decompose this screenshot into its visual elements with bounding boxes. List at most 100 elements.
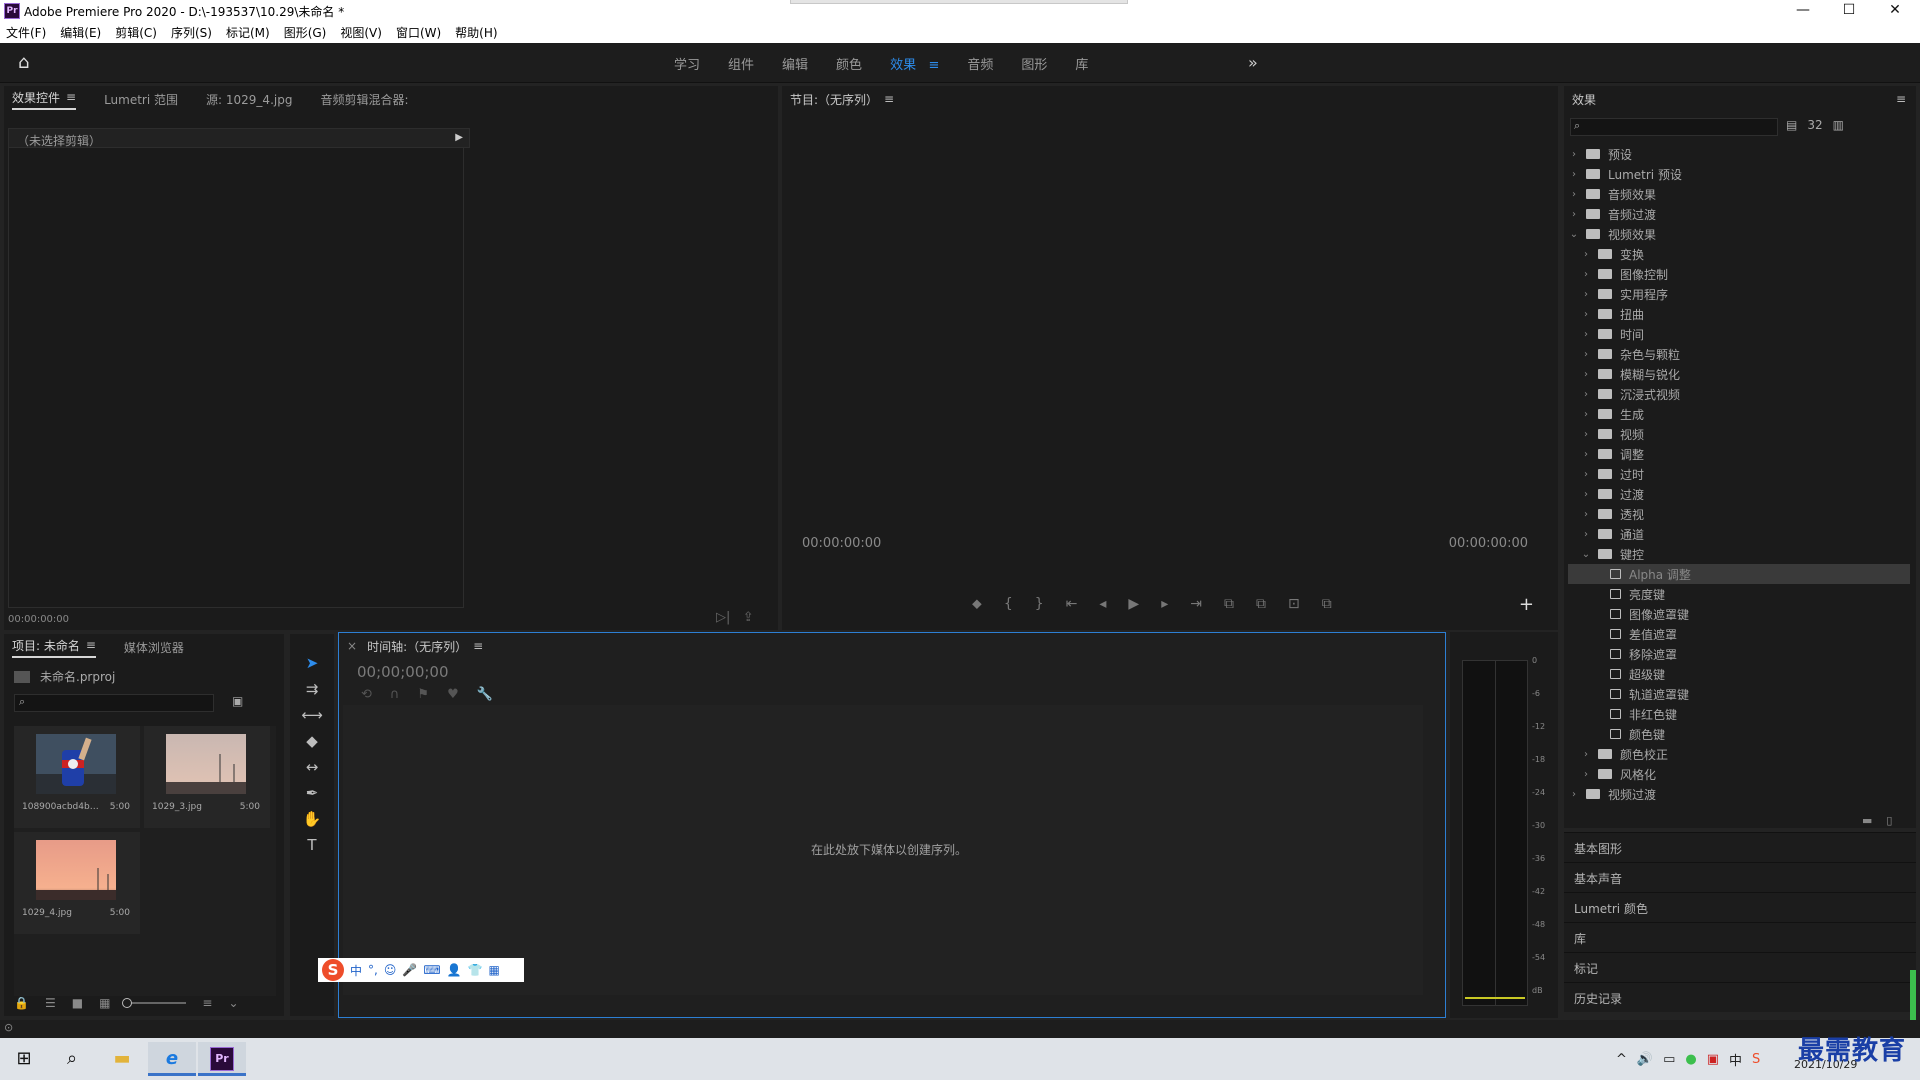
add-marker-icon[interactable]: ♥ — [447, 687, 459, 702]
chevron-right-icon[interactable]: › — [1580, 489, 1592, 500]
chevron-right-icon[interactable]: › — [1580, 269, 1592, 280]
chevron-right-icon[interactable]: › — [1568, 149, 1580, 160]
effects-folder[interactable]: › 过时 — [1568, 464, 1910, 484]
step-forward-icon[interactable]: ▸ — [1161, 596, 1168, 612]
panel-menu-icon[interactable]: ≡ — [86, 638, 96, 652]
project-search-input[interactable]: ⌕ — [14, 694, 214, 712]
maximize-button[interactable]: ☐ — [1826, 0, 1872, 22]
effect-item[interactable]: 轨道遮罩键 — [1568, 684, 1910, 704]
more-workspaces-icon[interactable]: » — [1248, 53, 1258, 72]
zoom-slider[interactable] — [122, 998, 187, 1008]
file-explorer-icon[interactable]: ▬ — [98, 1042, 146, 1076]
network-icon[interactable]: ▭ — [1663, 1052, 1675, 1067]
ime-voice-icon[interactable]: 🎤 — [402, 963, 417, 977]
32bit-effects-icon[interactable]: 32 — [1807, 118, 1822, 132]
search-icon[interactable]: ⌕ — [48, 1042, 96, 1076]
effects-folder[interactable]: ⌄ 键控 — [1568, 544, 1910, 564]
media-item[interactable]: 108900acbd4b738... 5:00 — [14, 726, 140, 828]
mark-in-icon[interactable]: { — [1004, 596, 1013, 612]
go-to-in-icon[interactable]: ⇤ — [1066, 596, 1078, 612]
menu-sequence[interactable]: 序列(S) — [171, 24, 212, 41]
extract-icon[interactable]: ⧉ — [1256, 596, 1266, 612]
panel-essential-graphics[interactable]: 基本图形 — [1564, 832, 1916, 862]
nest-icon[interactable]: ⟲ — [361, 687, 372, 702]
menu-window[interactable]: 窗口(W) — [396, 24, 441, 41]
input-method-icon[interactable]: 中 — [1729, 1050, 1742, 1069]
filter-icon[interactable]: ▷| — [716, 610, 730, 625]
effects-folder[interactable]: › 沉浸式视频 — [1568, 384, 1910, 404]
ripple-edit-tool-icon[interactable]: ⟷ — [300, 704, 324, 726]
type-tool-icon[interactable]: T — [300, 834, 324, 856]
effects-folder[interactable]: › 时间 — [1568, 324, 1910, 344]
chevron-down-icon[interactable]: ⌄ — [1580, 549, 1592, 560]
effect-item[interactable]: 亮度键 — [1568, 584, 1910, 604]
chevron-right-icon[interactable]: › — [1580, 769, 1592, 780]
icon-view-icon[interactable]: ■ — [72, 996, 83, 1010]
ime-emoji-icon[interactable]: ☺ — [384, 963, 397, 977]
panel-menu-icon[interactable]: ≡ — [473, 639, 483, 653]
chevron-right-icon[interactable]: › — [1568, 189, 1580, 200]
effects-folder[interactable]: › 调整 — [1568, 444, 1910, 464]
workspace-menu-icon[interactable]: ≡ — [928, 58, 939, 73]
close-tab-icon[interactable]: × — [347, 639, 357, 653]
chevron-right-icon[interactable]: › — [1580, 529, 1592, 540]
effects-folder[interactable]: › 通道 — [1568, 524, 1910, 544]
chevron-right-icon[interactable]: › — [1580, 289, 1592, 300]
effect-item[interactable]: 图像遮罩键 — [1568, 604, 1910, 624]
add-marker-icon[interactable]: ⬥ — [972, 596, 982, 612]
snap-icon[interactable]: ∩ — [390, 687, 400, 702]
premiere-taskbar-item[interactable]: Pr — [198, 1042, 246, 1076]
effects-folder[interactable]: › 音频过渡 — [1568, 204, 1910, 224]
selection-tool-icon[interactable]: ➤ — [300, 652, 324, 674]
home-icon[interactable]: ⌂ — [18, 53, 38, 73]
effects-folder[interactable]: › 颜色校正 — [1568, 744, 1910, 764]
effects-folder[interactable]: › 透视 — [1568, 504, 1910, 524]
security-icon[interactable]: ● — [1685, 1052, 1696, 1067]
chevron-right-icon[interactable]: › — [1580, 349, 1592, 360]
effects-folder[interactable]: › 变换 — [1568, 244, 1910, 264]
sogou-logo-icon[interactable]: S — [322, 959, 344, 981]
tab-effect-controls[interactable]: 效果控件 ≡ — [12, 89, 77, 110]
ime-toolbox-icon[interactable]: ▦ — [489, 963, 500, 977]
freeform-view-icon[interactable]: ▦ — [99, 996, 110, 1010]
tab-timeline[interactable]: × 时间轴:（无序列） ≡ — [347, 638, 483, 655]
go-to-out-icon[interactable]: ⇥ — [1190, 596, 1202, 612]
ime-user-icon[interactable]: 👤 — [447, 963, 462, 977]
effects-folder[interactable]: › Lumetri 预设 — [1568, 164, 1910, 184]
media-item[interactable]: 1029_4.jpg 5:00 — [14, 832, 140, 934]
menu-clip[interactable]: 剪辑(C) — [115, 24, 157, 41]
effects-folder[interactable]: › 生成 — [1568, 404, 1910, 424]
chevron-right-icon[interactable]: › — [1568, 169, 1580, 180]
chevron-right-icon[interactable]: › — [1580, 509, 1592, 520]
slip-tool-icon[interactable]: ↔ — [300, 756, 324, 778]
effects-folder[interactable]: ⌄ 视频效果 — [1568, 224, 1910, 244]
panel-libraries[interactable]: 库 — [1564, 922, 1916, 952]
chevron-right-icon[interactable]: › — [1580, 469, 1592, 480]
pen-tool-icon[interactable]: ✒ — [300, 782, 324, 804]
close-button[interactable]: ✕ — [1872, 0, 1918, 22]
menu-file[interactable]: 文件(F) — [6, 24, 46, 41]
chevron-right-icon[interactable]: › — [1580, 749, 1592, 760]
ime-chinese-icon[interactable]: 中 — [350, 962, 362, 979]
tab-lumetri-scopes[interactable]: Lumetri 范围 — [104, 91, 178, 108]
panel-markers[interactable]: 标记 — [1564, 952, 1916, 982]
ime-punctuation-icon[interactable]: °, — [368, 963, 378, 977]
effect-item[interactable]: 超级键 — [1568, 664, 1910, 684]
effects-folder[interactable]: › 风格化 — [1568, 764, 1910, 784]
panel-lumetri-color[interactable]: Lumetri 颜色 — [1564, 892, 1916, 922]
lock-icon[interactable]: 🔒 — [14, 996, 29, 1010]
ime-keyboard-icon[interactable]: ⌨ — [423, 963, 440, 977]
step-back-icon[interactable]: ◂ — [1099, 596, 1106, 612]
new-search-bin-icon[interactable]: ▣ — [232, 694, 243, 708]
effect-item[interactable]: Alpha 调整 — [1568, 564, 1910, 584]
scrollbar[interactable] — [1910, 970, 1916, 1020]
tab-project[interactable]: 项目: 未命名 ≡ — [12, 637, 96, 658]
tab-audio-clip-mixer[interactable]: 音频剪辑混合器: — [320, 91, 408, 108]
new-bin-icon[interactable]: ▬ — [1862, 814, 1872, 827]
effects-folder[interactable]: › 模糊与锐化 — [1568, 364, 1910, 384]
chevron-right-icon[interactable]: › — [1580, 309, 1592, 320]
chevron-right-icon[interactable]: › — [1568, 789, 1580, 800]
chevron-right-icon[interactable]: › — [1580, 409, 1592, 420]
track-select-tool-icon[interactable]: ⇉ — [300, 678, 324, 700]
effects-folder[interactable]: › 音频效果 — [1568, 184, 1910, 204]
